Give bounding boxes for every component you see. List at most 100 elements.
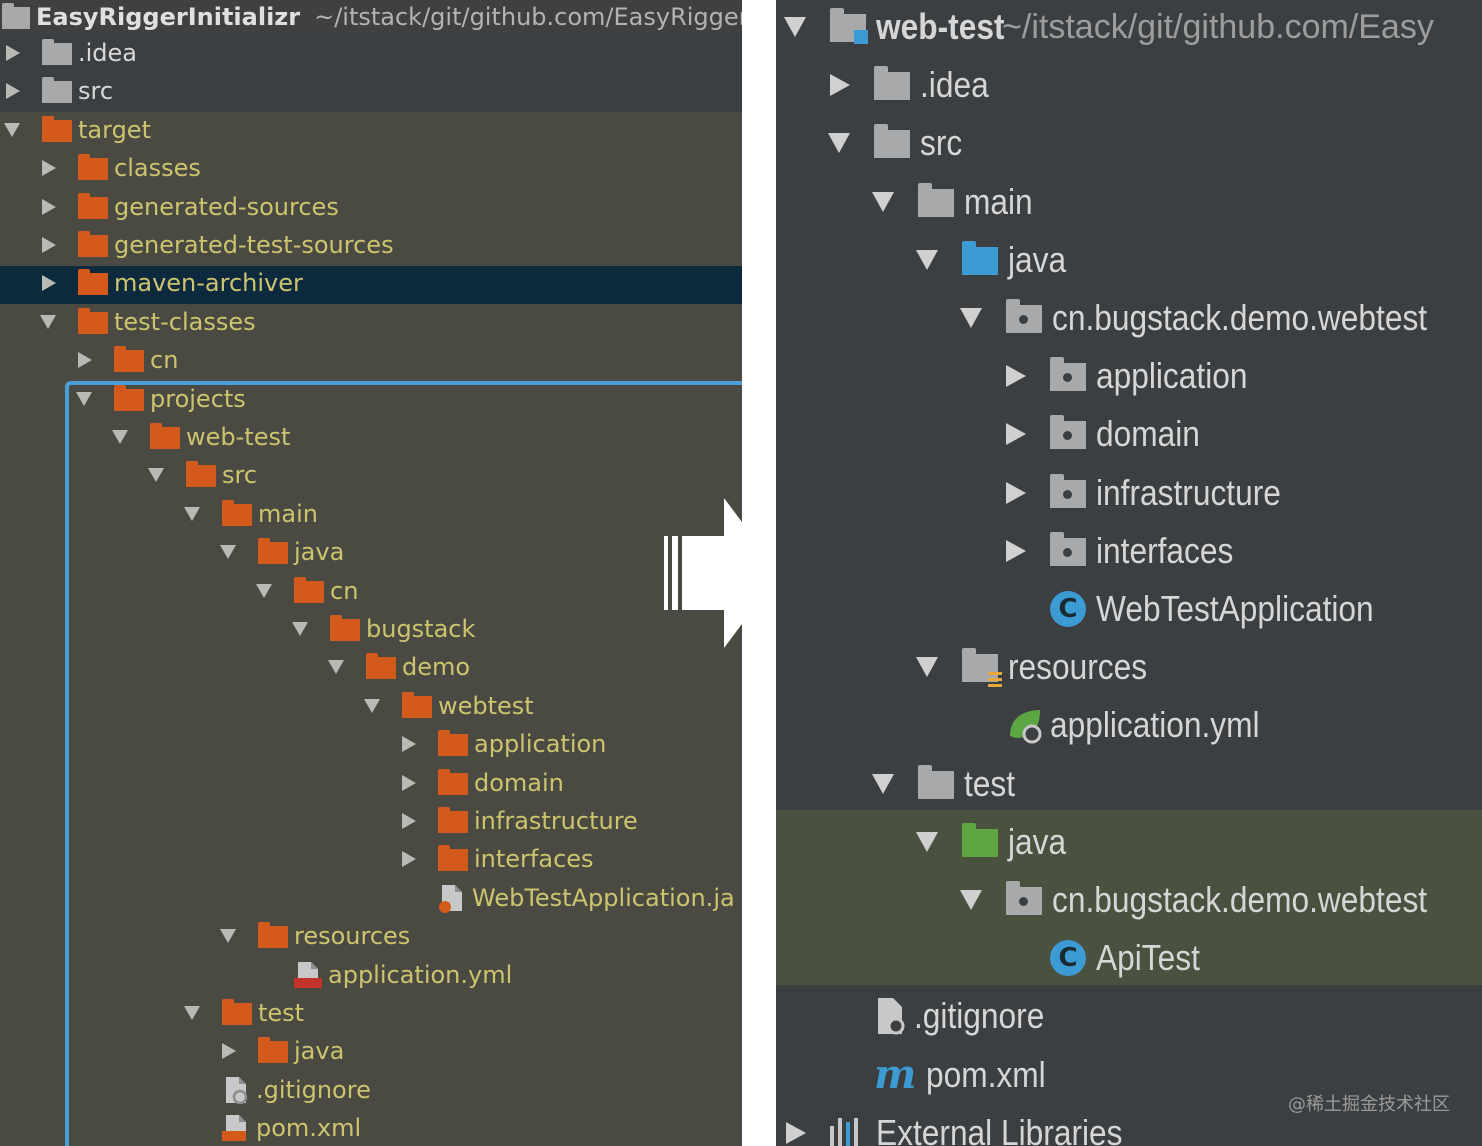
- tree-row-cn[interactable]: cn: [256, 572, 358, 610]
- test-folder-icon: [962, 822, 998, 857]
- package-dot: [1019, 315, 1028, 324]
- collapse-arrow-icon[interactable]: [1006, 539, 1026, 562]
- expand-arrow-icon[interactable]: [220, 545, 236, 560]
- package-icon: [1050, 531, 1086, 566]
- expand-arrow-icon[interactable]: [916, 249, 938, 270]
- tree-row-java[interactable]: java: [916, 231, 1074, 289]
- expand-arrow-icon[interactable]: [328, 660, 344, 675]
- tree-row-webtestapplication[interactable]: C WebTestApplication: [1004, 580, 1412, 638]
- collapse-arrow-icon[interactable]: [1006, 423, 1026, 446]
- expand-arrow-icon[interactable]: [4, 122, 20, 137]
- expand-arrow-icon[interactable]: [916, 657, 938, 678]
- tree-row-application[interactable]: application: [1004, 347, 1268, 405]
- tree-row-test[interactable]: test: [872, 755, 1022, 813]
- tree-row-webtestapplication-ja[interactable]: WebTestApplication.ja: [400, 879, 735, 917]
- expand-arrow-icon[interactable]: [828, 133, 850, 154]
- tree-row-projects[interactable]: projects: [76, 380, 246, 418]
- tree-label: application.yml: [328, 960, 513, 989]
- expand-arrow-icon[interactable]: [872, 191, 894, 212]
- tree-row-cn[interactable]: cn: [76, 341, 178, 379]
- tree-row-bugstack[interactable]: bugstack: [292, 610, 475, 648]
- tree-row-interfaces[interactable]: interfaces: [1004, 522, 1252, 580]
- tree-row-application-yml[interactable]: application.yml: [256, 956, 512, 994]
- collapse-arrow-icon[interactable]: [6, 83, 20, 100]
- tree-row-interfaces[interactable]: interfaces: [400, 840, 594, 878]
- tree-row-resources[interactable]: resources: [916, 638, 1166, 696]
- collapse-arrow-icon[interactable]: [830, 74, 850, 97]
- tree-row-webtest[interactable]: webtest: [364, 687, 534, 725]
- tree-row-external-libraries[interactable]: External Libraries: [784, 1104, 1156, 1146]
- tree-row-infrastructure[interactable]: infrastructure: [1004, 464, 1306, 522]
- collapse-arrow-icon[interactable]: [402, 774, 416, 791]
- collapse-arrow-icon[interactable]: [1006, 365, 1026, 388]
- tree-row-demo[interactable]: demo: [328, 648, 470, 686]
- expand-arrow-icon[interactable]: [960, 308, 982, 328]
- tree-label: cn: [330, 576, 359, 605]
- tree-row-easyriggerinitializr[interactable]: EasyRiggerInitializr ~/itstack/git/github…: [2, 0, 742, 36]
- tree-row-cn-bugstack-demo-webtest[interactable]: cn.bugstack.demo.webtest: [960, 289, 1478, 347]
- tree-row-application[interactable]: application: [400, 725, 606, 763]
- collapse-arrow-icon[interactable]: [6, 45, 20, 61]
- tree-row-java[interactable]: java: [220, 533, 344, 571]
- tree-row-src[interactable]: src: [828, 114, 968, 172]
- tree-row-src[interactable]: src: [4, 72, 113, 110]
- tree-row-generated-sources[interactable]: generated-sources: [40, 188, 339, 226]
- collapse-arrow-icon[interactable]: [402, 813, 416, 829]
- tree-row-main[interactable]: main: [184, 495, 318, 533]
- expand-arrow-icon[interactable]: [220, 929, 236, 944]
- tree-row-maven-archiver[interactable]: maven-archiver: [40, 264, 303, 302]
- package-dot: [1063, 431, 1072, 441]
- expand-arrow-icon[interactable]: [872, 773, 894, 794]
- expand-arrow-icon[interactable]: [256, 583, 272, 598]
- expand-arrow-icon[interactable]: [76, 391, 92, 406]
- expand-arrow-icon[interactable]: [784, 17, 806, 37]
- tree-row-application-yml[interactable]: application.yml: [960, 696, 1288, 754]
- tree-row-main[interactable]: main: [872, 173, 1042, 231]
- tree-row-web-test[interactable]: web-test: [112, 418, 290, 456]
- collapse-arrow-icon[interactable]: [402, 736, 416, 753]
- collapse-arrow-icon[interactable]: [42, 275, 56, 292]
- tree-row-apitest[interactable]: C ApiTest: [1004, 929, 1214, 987]
- tree-row-idea[interactable]: .idea: [4, 34, 137, 72]
- tree-row-gitignore[interactable]: .gitignore: [184, 1071, 371, 1109]
- tree-row-pom-xml[interactable]: m pom.xml: [828, 1046, 1062, 1104]
- expand-arrow-icon[interactable]: [184, 506, 200, 521]
- tree-row-cn-bugstack-demo-webtest[interactable]: cn.bugstack.demo.webtest: [960, 871, 1478, 929]
- expand-arrow-icon[interactable]: [292, 622, 308, 636]
- tree-row-infrastructure[interactable]: infrastructure: [400, 802, 638, 840]
- collapse-arrow-icon[interactable]: [1006, 481, 1026, 504]
- collapse-arrow-icon[interactable]: [786, 1121, 806, 1144]
- tree-row-test[interactable]: test: [184, 994, 304, 1032]
- expand-arrow-icon[interactable]: [916, 831, 938, 852]
- expand-arrow-icon[interactable]: [184, 1006, 200, 1020]
- expand-arrow-icon[interactable]: [40, 314, 56, 329]
- tree-label: WebTestApplication.ja: [472, 883, 735, 912]
- tree-row-test-classes[interactable]: test-classes: [40, 303, 256, 341]
- expand-arrow-icon[interactable]: [148, 468, 164, 483]
- tree-row-gitignore[interactable]: .gitignore: [828, 987, 1062, 1045]
- collapse-arrow-icon[interactable]: [78, 352, 92, 369]
- collapse-arrow-icon[interactable]: [42, 198, 56, 215]
- excluded-folder-icon: [114, 384, 144, 411]
- expand-arrow-icon[interactable]: [960, 890, 982, 910]
- tree-row-idea[interactable]: .idea: [828, 56, 998, 114]
- tree-row-domain[interactable]: domain: [1004, 405, 1214, 463]
- expand-arrow-icon[interactable]: [112, 430, 128, 444]
- collapse-arrow-icon[interactable]: [42, 237, 56, 253]
- tree-row-target[interactable]: target: [4, 111, 151, 149]
- tree-row-resources[interactable]: resources: [220, 917, 410, 955]
- tree-row-java[interactable]: java: [916, 813, 1074, 871]
- collapse-arrow-icon[interactable]: [222, 1043, 236, 1060]
- tree-label: generated-test-sources: [114, 231, 394, 259]
- tree-row-generated-test-sources[interactable]: generated-test-sources: [40, 226, 394, 264]
- tree-row-src[interactable]: src: [148, 456, 257, 494]
- gitignore-file-icon: [874, 996, 908, 1036]
- collapse-arrow-icon[interactable]: [402, 851, 416, 868]
- tree-row-java[interactable]: java: [220, 1032, 344, 1070]
- tree-row-domain[interactable]: domain: [400, 764, 564, 802]
- collapse-arrow-icon[interactable]: [42, 160, 56, 177]
- tree-row-classes[interactable]: classes: [40, 149, 201, 187]
- tree-row-pom-xml[interactable]: pom.xml: [184, 1109, 361, 1146]
- expand-arrow-icon[interactable]: [364, 698, 380, 713]
- tree-row-web-test[interactable]: web-test ~/itstack/git/github.com/Easy: [784, 0, 1434, 56]
